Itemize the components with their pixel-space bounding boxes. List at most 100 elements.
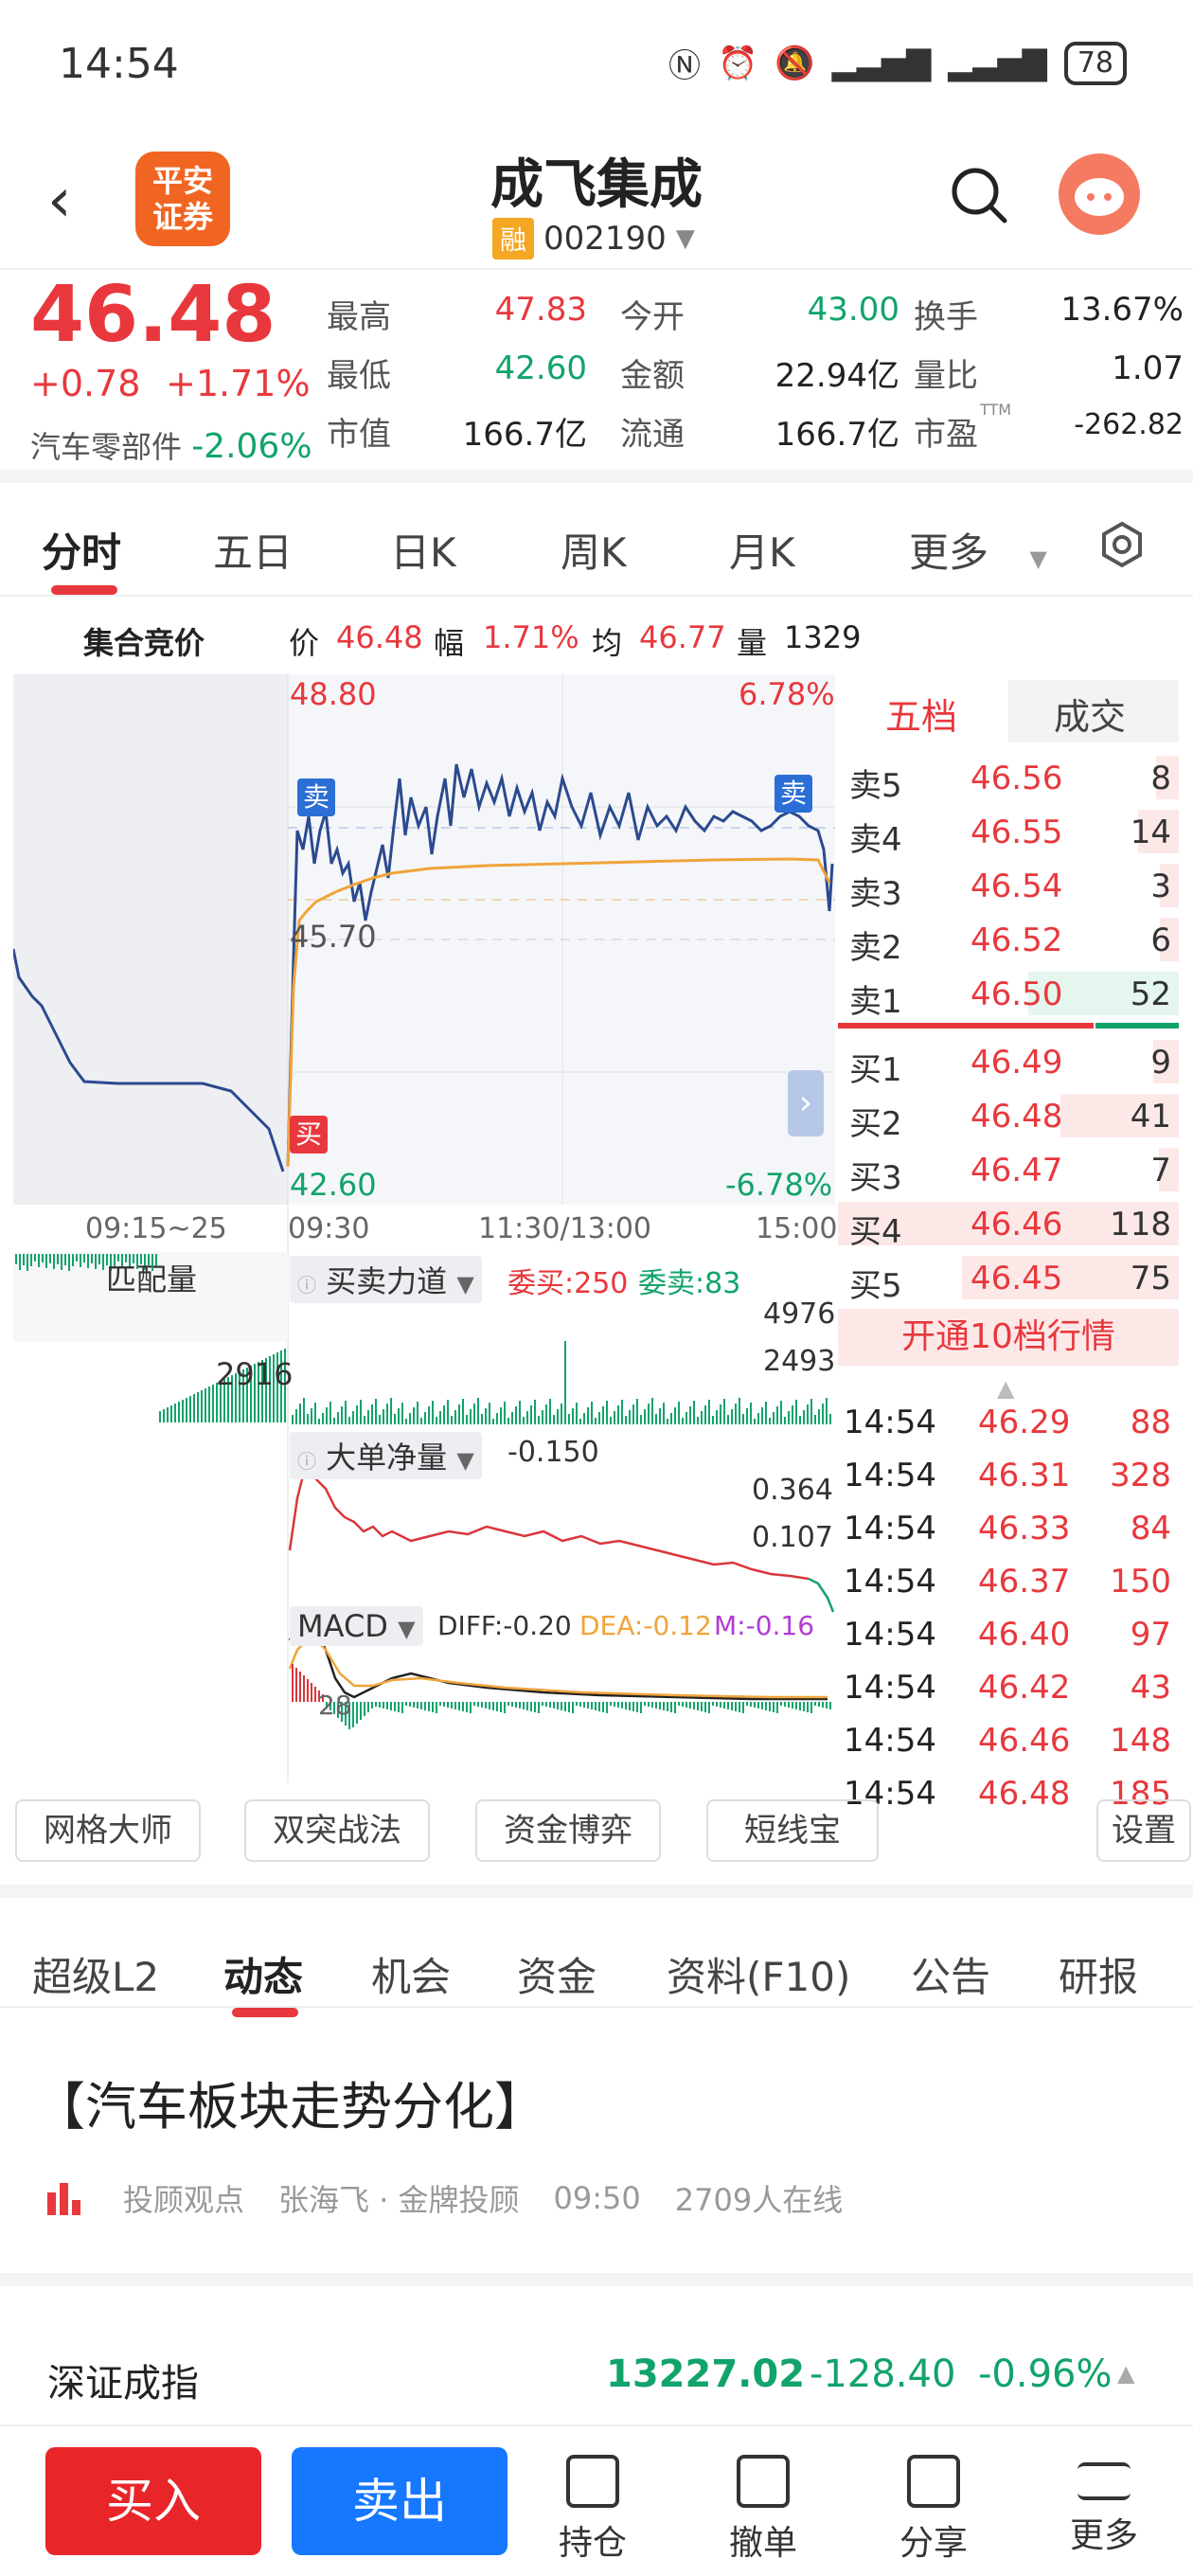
macd-bar xyxy=(765,1702,767,1710)
ask-row[interactable]: 卖1 46.50 52 xyxy=(838,966,1179,1021)
trade-time: 14:54 xyxy=(844,1722,936,1760)
chart-expand-arrow[interactable]: › xyxy=(788,1070,824,1136)
macd-bar xyxy=(720,1702,721,1708)
buy-button[interactable]: 买入 xyxy=(45,2447,261,2555)
force-mid: 2493 xyxy=(763,1345,836,1378)
macd-bar xyxy=(682,1702,684,1707)
ask-row[interactable]: 卖3 46.54 3 xyxy=(838,858,1179,913)
level-price: 46.46 xyxy=(970,1206,1063,1243)
trade-vol: 97 xyxy=(1130,1616,1171,1654)
quote-field-label: 金额 xyxy=(620,357,685,395)
match-bar xyxy=(80,1254,81,1267)
sector-info[interactable]: 汽车零部件 -2.06% xyxy=(30,423,312,467)
force-label: 买卖力道 xyxy=(326,1263,448,1299)
force-bar xyxy=(348,1417,350,1424)
match-bar xyxy=(167,1407,169,1422)
level-label: 买5 xyxy=(849,1267,902,1305)
macd-bar xyxy=(356,1702,358,1724)
ask-row[interactable]: 卖2 46.52 6 xyxy=(838,912,1179,967)
force-bar xyxy=(727,1415,729,1424)
level-price: 46.49 xyxy=(970,1044,1063,1082)
tab-funds[interactable]: 资金 xyxy=(517,1945,596,2003)
nav-position-label: 持仓 xyxy=(558,2524,627,2563)
sell-button[interactable]: 卖出 xyxy=(292,2447,507,2555)
bid-row[interactable]: 买1 46.49 9 xyxy=(838,1034,1179,1089)
nav-more[interactable]: 更多 xyxy=(1047,2455,1161,2557)
ask-row[interactable]: 卖4 46.55 14 xyxy=(838,804,1179,859)
tool-fund-game[interactable]: 资金博弈 xyxy=(475,1799,661,1862)
tool-grid-master[interactable]: 网格大师 xyxy=(15,1799,201,1862)
tab-5day[interactable]: 五日 xyxy=(213,521,293,579)
news-online: 2709人在线 xyxy=(674,2182,844,2218)
macd-bar xyxy=(470,1702,472,1713)
force-bar xyxy=(803,1410,805,1424)
caret-down-icon: ▼ xyxy=(1029,546,1047,572)
tab-trades[interactable]: 成交 xyxy=(1054,688,1126,740)
nav-share-label: 分享 xyxy=(899,2524,968,2563)
tab-research[interactable]: 研报 xyxy=(1059,1945,1138,2003)
ask-row[interactable]: 卖5 46.56 8 xyxy=(838,750,1179,805)
trade-vol: 43 xyxy=(1130,1669,1171,1707)
gear-icon[interactable] xyxy=(1098,521,1146,568)
bid-row[interactable]: 买4 46.46 118 xyxy=(838,1196,1179,1251)
nav-position[interactable]: 持仓 xyxy=(536,2455,650,2565)
bignet-indicator-select[interactable]: ⓘ 大单净量 ▼ xyxy=(290,1432,482,1479)
tool-short-line[interactable]: 短线宝 xyxy=(706,1799,879,1862)
bid-row[interactable]: 买3 46.47 7 xyxy=(838,1142,1179,1197)
force-bar xyxy=(761,1407,763,1424)
force-bar xyxy=(614,1411,615,1424)
match-bar xyxy=(72,1254,74,1266)
tool-double-break[interactable]: 双突战法 xyxy=(244,1799,430,1862)
stock-code-selector[interactable]: 融 002190 ▼ xyxy=(492,218,695,259)
nav-share[interactable]: 分享 xyxy=(877,2455,990,2565)
macd-bar xyxy=(394,1702,396,1711)
tool-settings[interactable]: 设置 xyxy=(1096,1799,1191,1862)
match-bar xyxy=(76,1254,78,1261)
macd-bar xyxy=(507,1702,509,1706)
macd-bar xyxy=(606,1702,608,1713)
nav-cancel-order[interactable]: 撤单 xyxy=(706,2455,820,2565)
upgrade-banner[interactable]: 开通10档行情 xyxy=(838,1309,1179,1366)
macd-indicator-select[interactable]: MACD ▼ xyxy=(290,1606,423,1646)
collapse-arrow-icon[interactable]: ▲ xyxy=(997,1375,1014,1402)
force-max: 4976 xyxy=(763,1297,836,1331)
expand-up-icon[interactable]: ▲ xyxy=(1117,2360,1134,2387)
tab-super-l2[interactable]: 超级L2 xyxy=(32,1945,159,2003)
tab-intraday[interactable]: 分时 xyxy=(42,521,121,579)
bid-row[interactable]: 买2 46.48 41 xyxy=(838,1088,1179,1143)
macd-bar xyxy=(746,1702,748,1706)
tab-five-levels[interactable]: 五档 xyxy=(885,688,957,740)
assistant-avatar[interactable] xyxy=(1059,153,1140,235)
force-bar xyxy=(345,1401,347,1424)
force-bar xyxy=(500,1407,502,1424)
tab-f10[interactable]: 资料(F10) xyxy=(667,1945,850,2003)
force-bar xyxy=(454,1410,456,1424)
trade-price: 46.33 xyxy=(978,1510,1071,1547)
force-bar xyxy=(295,1409,297,1424)
force-bar xyxy=(678,1402,680,1424)
tab-announcement[interactable]: 公告 xyxy=(911,1945,990,2003)
trade-row: 14:54 46.40 97 xyxy=(838,1616,1179,1661)
news-headline[interactable]: 【汽车板块走势分化】 xyxy=(34,2065,545,2139)
force-bar xyxy=(792,1405,793,1424)
force-bar xyxy=(470,1409,472,1424)
tab-dynamics[interactable]: 动态 xyxy=(223,1945,303,2003)
match-bar xyxy=(87,1254,89,1268)
tab-opportunity[interactable]: 机会 xyxy=(371,1945,451,2003)
force-bar xyxy=(750,1403,752,1424)
force-indicator-select[interactable]: ⓘ 买卖力道 ▼ xyxy=(290,1256,482,1303)
tab-monthly-k[interactable]: 月K xyxy=(729,521,795,579)
bid-row[interactable]: 买5 46.45 75 xyxy=(838,1250,1179,1305)
force-bar xyxy=(489,1403,490,1424)
trade-vol: 328 xyxy=(1110,1457,1171,1494)
macd-bar xyxy=(712,1702,714,1706)
search-icon[interactable] xyxy=(950,166,1008,224)
tab-daily-k[interactable]: 日K xyxy=(390,521,456,579)
x-label-close: 15:00 xyxy=(756,1212,838,1245)
force-bar xyxy=(826,1398,828,1424)
tab-more[interactable]: 更多 ▼ xyxy=(909,521,1047,579)
index-ticker[interactable]: 深证成指 13227.02 -128.40 -0.96% ▲ xyxy=(0,2273,1193,2424)
tab-weekly-k[interactable]: 周K xyxy=(561,521,627,579)
macd-bar xyxy=(314,1687,316,1702)
force-bar xyxy=(292,1415,294,1424)
